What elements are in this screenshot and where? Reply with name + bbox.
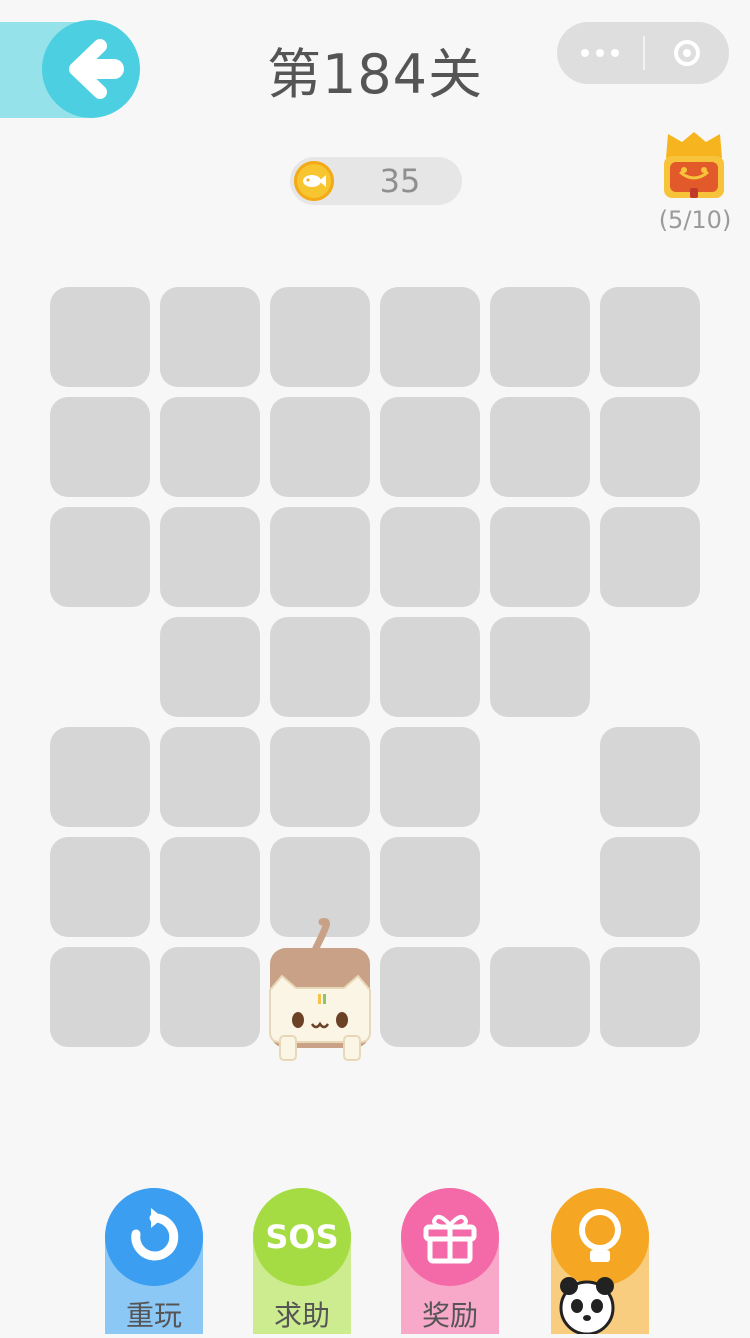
board-cell[interactable] (160, 837, 260, 937)
board-cell[interactable] (490, 397, 590, 497)
board-cell[interactable] (380, 727, 480, 827)
chest-progress: (5/10) (658, 206, 732, 234)
board-cell[interactable] (270, 507, 370, 607)
board-cell[interactable] (270, 727, 370, 827)
fish-coin-icon (294, 161, 334, 201)
coin-count: 35 (379, 162, 421, 200)
board-cell[interactable] (600, 837, 700, 937)
sos-label: 求助 (273, 1299, 330, 1332)
board-cell[interactable] (380, 617, 480, 717)
sos-text: SOS (265, 1218, 339, 1256)
board-cell[interactable] (160, 507, 260, 607)
board-cell[interactable] (50, 397, 150, 497)
board-cell[interactable] (600, 727, 700, 827)
board-cell[interactable] (490, 617, 590, 717)
board-cell[interactable] (380, 507, 480, 607)
replay-icon (105, 1188, 203, 1286)
board-cell[interactable] (50, 287, 150, 387)
board-cell[interactable] (600, 287, 700, 387)
board-cell[interactable] (380, 947, 480, 1047)
board-cell[interactable] (600, 397, 700, 497)
board-cell[interactable] (600, 507, 700, 607)
coin-counter: 35 (290, 157, 462, 205)
board-cell[interactable] (50, 947, 150, 1047)
board-cell[interactable] (490, 287, 590, 387)
board-cell[interactable] (380, 287, 480, 387)
board-cell[interactable] (50, 727, 150, 827)
cat-character[interactable] (268, 918, 372, 1064)
board-cell[interactable] (600, 947, 700, 1047)
board-cell[interactable] (160, 287, 260, 387)
gift-icon (401, 1188, 499, 1286)
board-cell[interactable] (160, 947, 260, 1047)
more-dots-icon[interactable] (557, 22, 643, 84)
board-cell[interactable] (160, 727, 260, 827)
treasure-chest-icon[interactable] (660, 128, 728, 206)
board-cell[interactable] (160, 397, 260, 497)
board-cell[interactable] (490, 947, 590, 1047)
board-cell[interactable] (50, 837, 150, 937)
sos-icon: SOS (253, 1188, 351, 1286)
board-cell[interactable] (270, 617, 370, 717)
miniprogram-capsule (557, 22, 729, 84)
board-cell[interactable] (50, 507, 150, 607)
board-cell[interactable] (160, 617, 260, 717)
gift-label: 奖励 (421, 1299, 478, 1332)
board-cell[interactable] (380, 837, 480, 937)
board-cell[interactable] (270, 397, 370, 497)
board-cell[interactable] (380, 397, 480, 497)
board-cell[interactable] (270, 287, 370, 387)
watermark-logo (555, 1262, 750, 1336)
target-circle-icon[interactable] (645, 22, 729, 84)
board-cell[interactable] (490, 507, 590, 607)
replay-label: 重玩 (125, 1299, 182, 1332)
